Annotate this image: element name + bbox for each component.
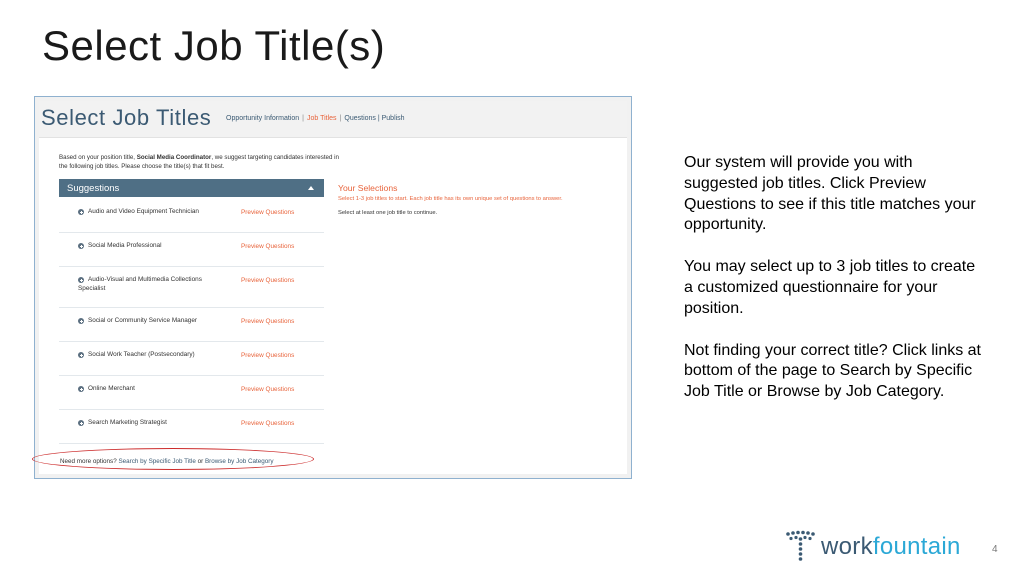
workfountain-logo: workfountain <box>785 530 985 564</box>
your-selections-title: Your Selections <box>338 183 398 193</box>
suggestion-title: Audio-Visual and Multimedia Collections … <box>78 276 202 292</box>
suggestion-row[interactable]: Social Work Teacher (Postsecondary) Previ… <box>59 342 324 376</box>
position-title: Social Media Coordinator <box>136 154 212 161</box>
preview-questions-link[interactable]: Preview Questions <box>241 277 294 284</box>
suggestion-title: Search Marketing Strategist <box>88 419 167 426</box>
highlight-oval <box>32 448 314 470</box>
preview-questions-link[interactable]: Preview Questions <box>241 386 294 393</box>
suggestion-row[interactable]: Online Merchant Preview Questions <box>59 376 324 410</box>
suggestion-row[interactable]: Audio-Visual and Multimedia Collections … <box>59 267 324 308</box>
app-window: Select Job Titles Opportunity Informatio… <box>39 101 627 474</box>
suggestion-row[interactable]: Search Marketing Strategist Preview Quest… <box>59 410 324 444</box>
suggestion-title: Social Work Teacher (Postsecondary) <box>88 351 195 358</box>
suggestion-row[interactable]: Social or Community Service Manager Previ… <box>59 308 324 342</box>
selections-note: Select at least one job title to continu… <box>338 210 438 216</box>
plus-circle-icon[interactable] <box>78 318 84 324</box>
suggestion-title: Audio and Video Equipment Technician <box>88 208 199 215</box>
description: Our system will provide you with suggest… <box>684 153 984 424</box>
description-paragraph: Our system will provide you with suggest… <box>684 154 976 234</box>
step-opportunity-information[interactable]: Opportunity Information <box>226 115 299 122</box>
suggestions-label: Suggestions <box>67 183 120 194</box>
description-paragraph: Not finding your correct title? Click li… <box>684 341 981 401</box>
preview-questions-link[interactable]: Preview Questions <box>241 209 294 216</box>
plus-circle-icon[interactable] <box>78 352 84 358</box>
logo-wordmark: workfountain <box>821 533 961 560</box>
suggestion-title: Social Media Professional <box>88 242 162 249</box>
screenshot-panel: Select Job Titles Opportunity Informatio… <box>34 96 632 479</box>
preview-questions-link[interactable]: Preview Questions <box>241 352 294 359</box>
step-breadcrumb: Opportunity Information | Job Titles | Quest… <box>226 115 405 122</box>
app-header: Select Job Titles Opportunity Informatio… <box>39 101 627 138</box>
preview-questions-link[interactable]: Preview Questions <box>241 243 294 250</box>
suggestions-header[interactable]: Suggestions <box>59 179 324 197</box>
description-paragraph: You may select up to 3 job titles to cre… <box>684 258 976 317</box>
plus-circle-icon[interactable] <box>78 420 84 426</box>
suggestion-row[interactable]: Audio and Video Equipment Technician Prev… <box>59 199 324 233</box>
page-number: 4 <box>992 544 998 555</box>
step-job-titles[interactable]: Job Titles <box>307 115 337 122</box>
step-separator: | <box>302 115 304 122</box>
plus-circle-icon[interactable] <box>78 209 84 215</box>
step-questions-publish[interactable]: Questions | Publish <box>344 115 404 122</box>
suggestion-title: Social or Community Service Manager <box>88 317 198 324</box>
caret-up-icon[interactable] <box>308 186 314 190</box>
preview-questions-link[interactable]: Preview Questions <box>241 318 294 325</box>
app-title: Select Job Titles <box>41 105 212 130</box>
plus-circle-icon[interactable] <box>78 243 84 249</box>
preview-questions-link[interactable]: Preview Questions <box>241 420 294 427</box>
fountain-logo-icon <box>786 530 815 561</box>
selections-instruction: Select 1-3 job titles to start. Each job… <box>338 196 563 202</box>
suggestion-row[interactable]: Social Media Professional Preview Questio… <box>59 233 324 267</box>
suggestion-title: Online Merchant <box>88 385 135 392</box>
intro-text: Based on your position title, Social Med… <box>59 154 339 170</box>
plus-circle-icon[interactable] <box>78 386 84 392</box>
slide-title: Select Job Title(s) <box>42 22 386 69</box>
